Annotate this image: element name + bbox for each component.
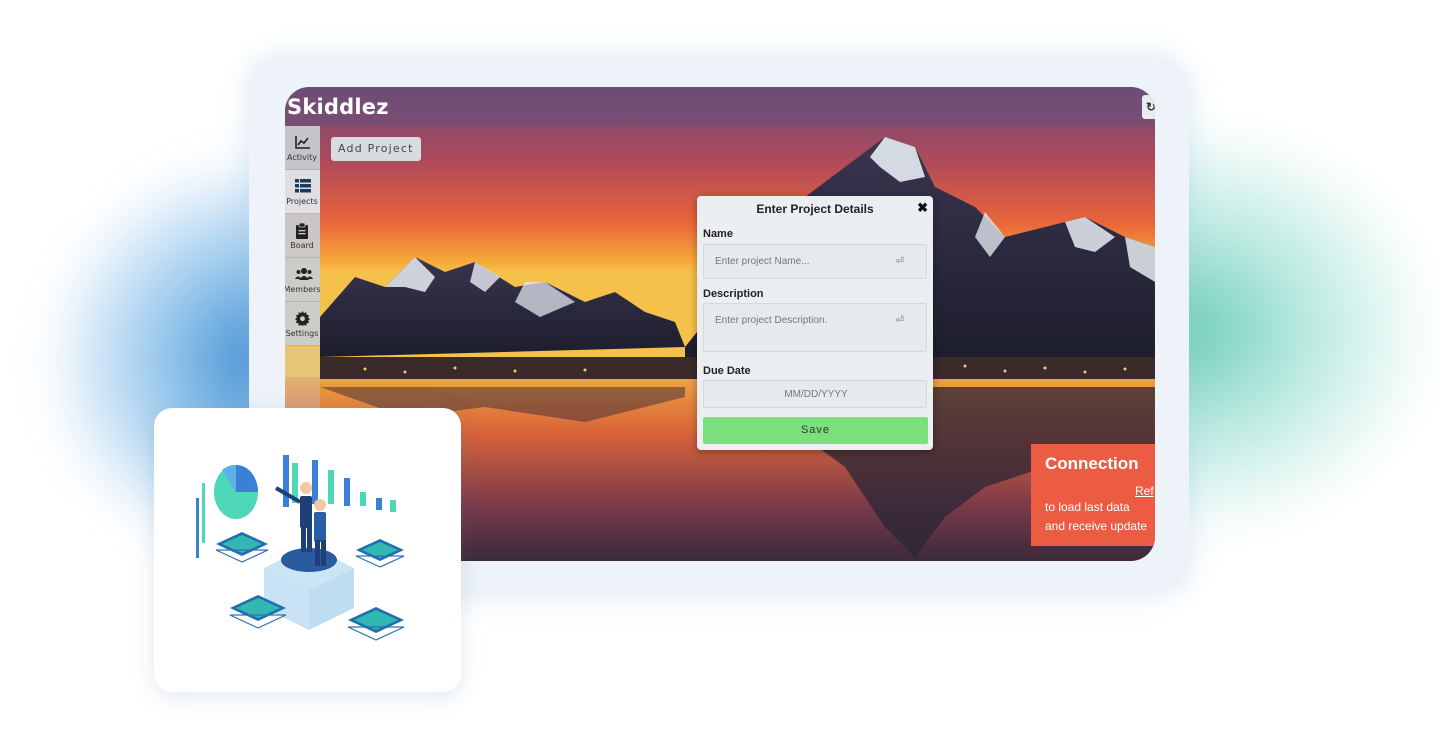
refresh-link[interactable]: Ref xyxy=(1135,484,1154,498)
add-project-button[interactable]: Add Project xyxy=(331,137,421,161)
description-label: Description xyxy=(703,288,764,300)
description-field[interactable]: Enter project Description. ⏎ xyxy=(703,303,927,352)
sidebar-item-activity[interactable]: Activity xyxy=(285,126,320,170)
sidebar-item-label: Activity xyxy=(287,153,317,162)
close-icon[interactable]: ✖ xyxy=(917,200,928,216)
enter-icon: ⏎ xyxy=(895,256,904,267)
due-date-placeholder: MM/DD/YYYY xyxy=(784,389,848,400)
sidebar-item-settings[interactable]: Settings xyxy=(285,302,320,346)
name-label: Name xyxy=(703,228,733,240)
toast-message-line1: to load last data xyxy=(1045,500,1130,514)
name-placeholder: Enter project Name... xyxy=(715,256,810,267)
modal-title: Enter Project Details xyxy=(756,202,874,216)
chip-top-left xyxy=(215,532,269,563)
enter-icon: ⏎ xyxy=(895,315,904,326)
refresh-button[interactable]: ↻ xyxy=(1142,95,1155,119)
gear-icon xyxy=(295,311,310,326)
sidebar-item-label: Settings xyxy=(285,329,319,338)
name-field[interactable]: Enter project Name... ⏎ xyxy=(703,244,927,279)
sidebar-item-projects[interactable]: Projects xyxy=(285,170,320,214)
sidebar: Activity Projects Board Members Settings xyxy=(285,126,320,348)
list-icon xyxy=(295,179,311,193)
sidebar-item-board[interactable]: Board xyxy=(285,214,320,258)
analytics-illustration xyxy=(196,455,405,641)
sidebar-item-members[interactable]: Members xyxy=(285,258,320,302)
toast-title: Connection xyxy=(1045,454,1139,473)
description-placeholder: Enter project Description. xyxy=(715,315,828,326)
illustration-card xyxy=(154,408,461,692)
sidebar-item-label: Projects xyxy=(286,197,318,206)
due-date-label: Due Date xyxy=(703,365,751,377)
brand-logo[interactable]: Skiddlez xyxy=(287,95,389,119)
chip-bottom-right xyxy=(347,607,405,641)
users-icon xyxy=(295,268,313,280)
connection-toast: Connection Ref to load last data and rec… xyxy=(1031,444,1155,546)
chart-line-icon xyxy=(295,136,310,149)
clipboard-icon xyxy=(296,223,308,239)
save-button[interactable]: Save xyxy=(703,417,928,444)
project-details-modal: Enter Project Details ✖ Name Enter proje… xyxy=(697,196,933,450)
toast-message-line2: and receive update xyxy=(1045,519,1148,533)
chip-top-right xyxy=(355,539,405,568)
sidebar-item-label: Members xyxy=(285,285,320,294)
top-bar: Skiddlez ↻ xyxy=(285,87,1155,126)
sidebar-item-label: Board xyxy=(290,241,314,250)
due-date-field[interactable]: MM/DD/YYYY xyxy=(703,380,927,408)
